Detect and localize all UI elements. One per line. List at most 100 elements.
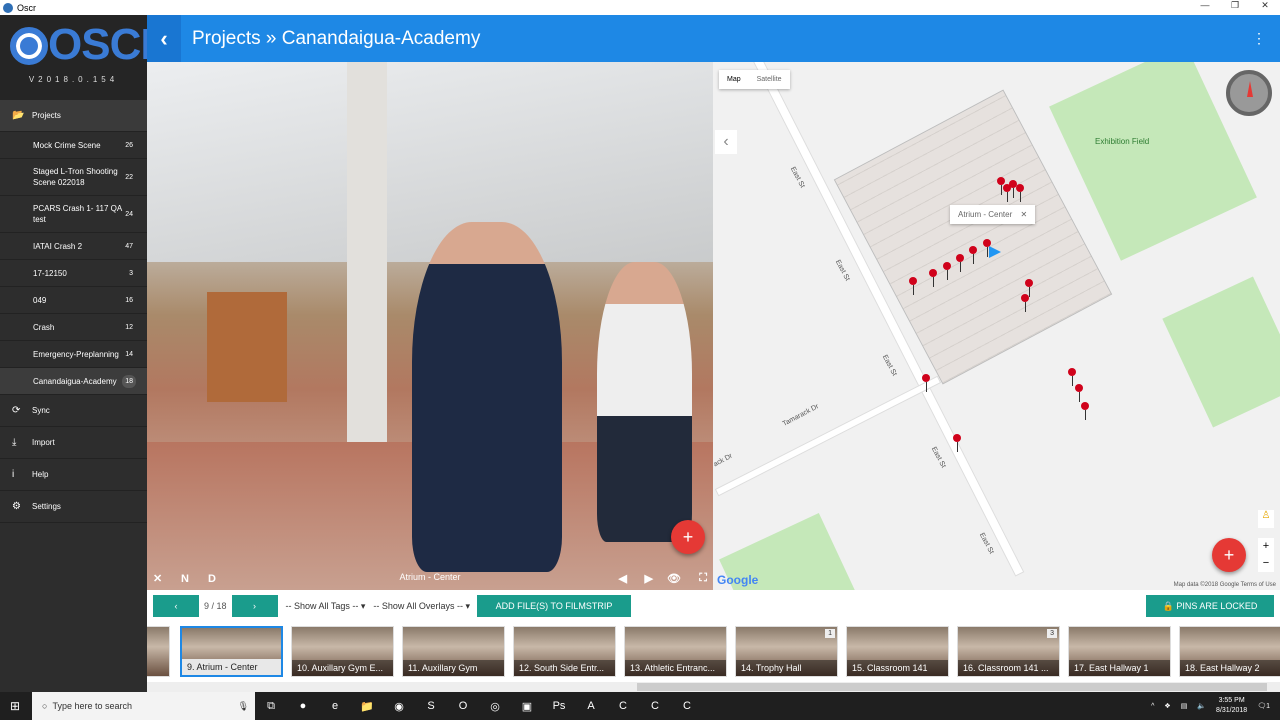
tags-select[interactable]: -- Show All Tags -- ▾ [286,601,366,612]
compass-icon[interactable] [1226,70,1272,116]
map-pin[interactable] [1081,402,1089,420]
sidebar-item-help[interactable]: i Help [0,459,147,491]
acrobat-icon[interactable]: A [575,700,607,712]
map-pin[interactable] [909,277,917,295]
sidebar-project-item[interactable]: Crash 12 [0,314,147,341]
eye-icon[interactable]: 👁 [667,572,681,585]
pegman-icon[interactable]: ♙ [1258,510,1274,528]
outlook-icon[interactable]: O [447,700,479,712]
camtasia-icon[interactable]: C [639,700,671,712]
popup-close-icon[interactable]: ✕ [1020,210,1027,219]
sidebar-item-import[interactable]: ⤓ Import [0,427,147,459]
close-button[interactable]: ✕ [1250,0,1280,11]
filmstrip-thumbnail[interactable]: 16. Classroom 141 ... 3 [957,626,1060,677]
poi-label[interactable]: Exhibition Field [1095,137,1149,146]
filmstrip-thumbnail[interactable]: 10. Auxillary Gym E... [291,626,394,677]
prev-icon[interactable]: ◀ [619,572,627,585]
map-type-map[interactable]: Map [719,70,749,89]
filmstrip-thumbnail[interactable]: 18. East Hallway 2 [1179,626,1280,677]
notifications-icon[interactable]: 🗨1 [1257,702,1270,710]
sidebar-project-item[interactable]: Canandaigua-Academy 18 [0,368,147,395]
taskbar-search[interactable]: ○ Type here to search 🎙 [32,692,255,720]
sidebar-project-item[interactable]: Emergency-Preplanning 14 [0,341,147,368]
map-pin[interactable] [943,262,951,280]
more-menu-icon[interactable]: ⋮ [1252,30,1266,47]
sidebar-project-item[interactable]: Mock Crime Scene 26 [0,132,147,159]
app-icon[interactable]: ▣ [511,700,543,713]
skype-icon[interactable]: S [415,700,447,712]
volume-icon[interactable]: 🔈 [1197,702,1206,710]
dropbox-icon[interactable]: ❖ [1164,702,1170,710]
collapse-map-button[interactable]: ‹ [715,130,737,154]
tray-chevron-icon[interactable]: ^ [1151,703,1154,710]
map-type-satellite[interactable]: Satellite [749,70,790,89]
scrollbar-thumb[interactable] [637,683,1267,691]
map-popup: Atrium - Center ✕ [950,205,1036,224]
sidebar-project-item[interactable]: IATAI Crash 2 47 [0,233,147,260]
map-panel[interactable]: Map Satellite ‹ Exhibition Field East St… [713,62,1280,590]
task-view-icon[interactable]: ⧉ [255,700,287,713]
camtasia-icon[interactable]: C [607,700,639,712]
popup-label: Atrium - Center [958,210,1013,219]
overlays-select[interactable]: -- Show All Overlays -- ▾ [373,601,470,612]
photoshop-icon[interactable]: Ps [543,700,575,712]
map-pin[interactable] [1068,368,1076,386]
file-explorer-icon[interactable]: 📁 [351,700,383,713]
panorama-viewer[interactable]: + ✕ N D Atrium - Center ◀ ▶ 👁 ⛶ [147,62,713,590]
chrome-icon[interactable]: ◉ [383,700,415,713]
filmstrip-thumbnail[interactable]: 12. South Side Entr... [513,626,616,677]
sidebar-project-item[interactable]: PCARS Crash 1- 117 QA test 24 [0,196,147,233]
sidebar-project-item[interactable]: 17-12150 3 [0,260,147,287]
map-pin[interactable] [1021,294,1029,312]
terms-link[interactable]: Terms of Use [1241,582,1276,588]
app-icon[interactable]: ● [287,700,319,712]
windows-start-icon[interactable]: ⊞ [10,699,20,713]
minimize-button[interactable]: — [1190,0,1220,11]
play-icon[interactable]: ▶ [645,572,653,585]
app-icon[interactable]: C [671,700,703,712]
map-pin[interactable] [1016,184,1024,202]
sidebar-project-item[interactable]: Staged L-Tron Shooting Scene 022018 22 [0,159,147,196]
app-icon [3,2,13,13]
map-pin[interactable] [956,254,964,272]
map-pin[interactable] [953,434,961,452]
oscr-app-icon[interactable]: ◎ [479,700,511,713]
map-pin[interactable] [922,374,930,392]
zoom-in-button[interactable]: + [1258,538,1274,555]
sidebar-item-projects[interactable]: 📂 Projects [0,100,147,132]
back-button[interactable]: ‹ [147,15,181,62]
project-name: Emergency-Preplanning [33,349,119,359]
sidebar-item-settings[interactable]: ⚙ Settings [0,491,147,523]
filmstrip-scrollbar[interactable] [147,682,1280,692]
map-pin[interactable] [1025,279,1033,297]
prev-scene-button[interactable]: ‹ [153,595,199,617]
pillar [347,62,387,482]
thumbnail-label: 12. South Side Entr... [514,660,615,676]
clock-date[interactable]: 8/31/2018 [1216,707,1247,714]
sidebar-project-item[interactable]: 049 16 [0,287,147,314]
filmstrip-thumbnail[interactable]: 11. Auxillary Gym [402,626,505,677]
next-scene-button[interactable]: › [231,595,278,617]
map-pin[interactable] [969,246,977,264]
add-hotspot-button[interactable]: + [671,520,705,554]
add-pin-button[interactable]: + [1212,538,1246,572]
filmstrip-thumbnail[interactable]: 9. Atrium - Center [180,626,283,677]
zoom-out-button[interactable]: − [1258,555,1274,572]
clock-time[interactable]: 3:55 PM [1219,697,1245,704]
fullscreen-icon[interactable]: ⛶ [699,572,707,585]
network-icon[interactable]: ▤ [1181,702,1188,710]
pins-locked-button[interactable]: 🔒 PINS ARE LOCKED [1146,595,1274,617]
map-pin[interactable] [929,269,937,287]
filmstrip-thumbnail[interactable]: 15. Classroom 141 [846,626,949,677]
filmstrip-thumbnail[interactable] [147,626,170,677]
map-pin[interactable] [1075,384,1083,402]
filmstrip-thumbnail[interactable]: 17. East Hallway 1 [1068,626,1171,677]
filmstrip-thumbnail[interactable]: 14. Trophy Hall 1 [735,626,838,677]
sidebar-item-sync[interactable]: ⟳ Sync [0,395,147,427]
filmstrip-thumbnail[interactable]: 13. Athletic Entranc... [624,626,727,677]
maximize-button[interactable]: ❐ [1220,0,1250,11]
mic-icon[interactable]: 🎙 [238,701,249,712]
thumbnail-label: 14. Trophy Hall [736,660,837,676]
add-files-button[interactable]: ADD FILE(S) TO FILMSTRIP [476,595,631,617]
edge-icon[interactable]: e [319,700,351,712]
